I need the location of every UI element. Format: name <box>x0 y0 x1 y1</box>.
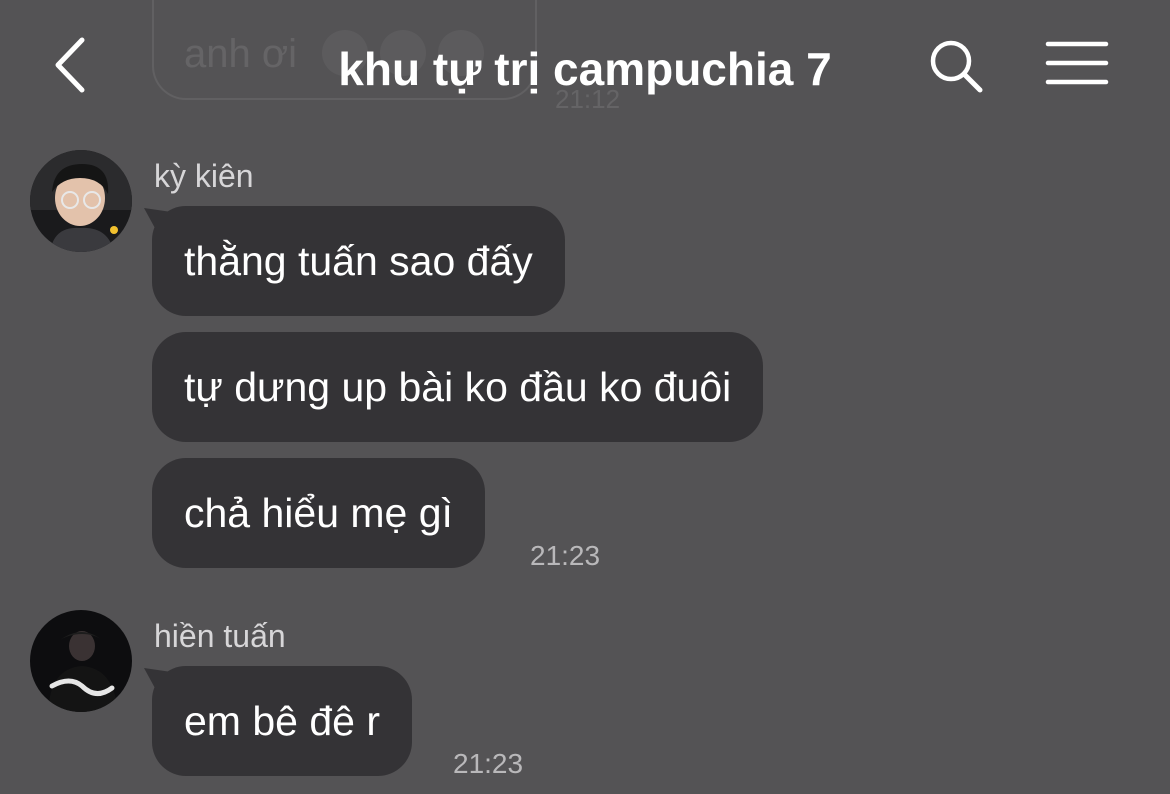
message-bubble[interactable]: chả hiểu mẹ gì <box>152 458 485 568</box>
hamburger-menu-icon <box>1045 41 1109 85</box>
message-time: 21:23 <box>453 748 524 779</box>
avatar-photo <box>30 150 132 252</box>
avatar-photo <box>30 610 132 712</box>
sender-name: kỳ kiên <box>154 158 254 194</box>
message-text: em bê đê r <box>184 697 380 744</box>
avatar-ky-kien[interactable] <box>30 150 132 252</box>
menu-button[interactable] <box>1044 38 1110 88</box>
message-bubble[interactable]: em bê đê r <box>152 666 412 776</box>
chat-header: khu tự trị campuchia 7 <box>0 0 1170 130</box>
message-text: chả hiểu mẹ gì <box>184 489 453 536</box>
sender-name: hiền tuấn <box>154 618 286 654</box>
search-icon <box>930 40 983 93</box>
search-button[interactable] <box>926 36 986 96</box>
avatar-hien-tuan[interactable] <box>30 610 132 712</box>
message-bubble[interactable]: thằng tuấn sao đấy <box>152 206 565 316</box>
chat-title: khu tự trị campuchia 7 <box>338 43 832 95</box>
message-time: 21:23 <box>530 540 601 571</box>
message-text: thằng tuấn sao đấy <box>184 237 533 284</box>
message-bubble[interactable]: tự dưng up bài ko đầu ko đuôi <box>152 332 764 442</box>
message-text: tự dưng up bài ko đầu ko đuôi <box>184 363 732 410</box>
